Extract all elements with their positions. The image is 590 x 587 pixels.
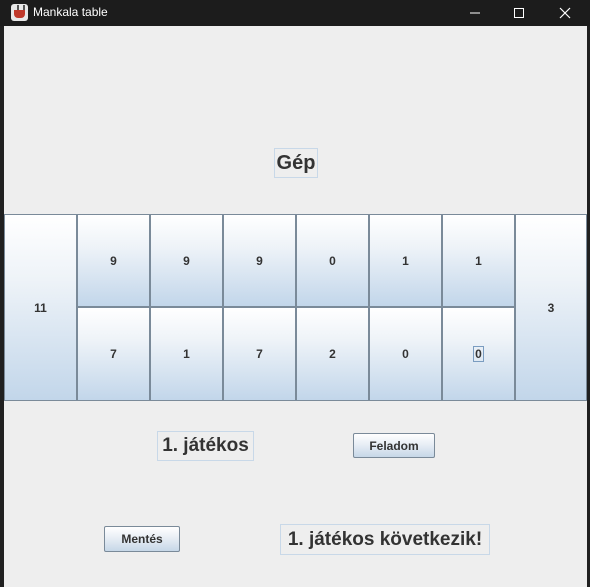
pit-bottom-3[interactable]: 7 <box>223 307 296 401</box>
pit-bottom-2-count: 1 <box>183 347 190 361</box>
minimize-button[interactable] <box>452 0 498 26</box>
save-button[interactable]: Mentés <box>104 526 180 552</box>
opponent-label: Gép <box>274 148 318 178</box>
minimize-icon <box>470 12 480 14</box>
pit-bottom-4-count: 2 <box>329 347 336 361</box>
pit-top-4[interactable]: 0 <box>296 214 369 307</box>
status-label: 1. játékos következik! <box>280 524 490 555</box>
pit-bottom-3-count: 7 <box>256 347 263 361</box>
maximize-icon <box>514 8 524 18</box>
player-label: 1. játékos <box>157 431 254 461</box>
pit-top-3-count: 9 <box>256 253 263 268</box>
pit-bottom-5[interactable]: 0 <box>369 307 442 401</box>
right-store-count: 3 <box>547 300 555 315</box>
pit-bottom-6[interactable]: 0 <box>442 307 515 401</box>
left-store[interactable]: 11 <box>4 214 77 401</box>
pit-top-5[interactable]: 1 <box>369 214 442 307</box>
java-app-icon <box>11 4 28 21</box>
pit-top-1-count: 9 <box>110 253 117 268</box>
pit-top-6[interactable]: 1 <box>442 214 515 307</box>
pit-bottom-4[interactable]: 2 <box>296 307 369 401</box>
pit-top-6-count: 1 <box>475 253 482 268</box>
close-icon <box>559 7 571 19</box>
left-store-count: 11 <box>34 300 47 315</box>
close-button[interactable] <box>542 0 588 26</box>
window-title: Mankala table <box>33 5 108 19</box>
pit-top-4-count: 0 <box>329 253 336 268</box>
pit-top-5-count: 1 <box>402 253 409 268</box>
pit-top-2[interactable]: 9 <box>150 214 223 307</box>
title-bar: Mankala table <box>0 0 590 26</box>
pit-top-1[interactable]: 9 <box>77 214 150 307</box>
pit-bottom-1[interactable]: 7 <box>77 307 150 401</box>
pit-bottom-6-count: 0 <box>473 346 484 362</box>
right-store[interactable]: 3 <box>515 214 587 401</box>
pit-top-2-count: 9 <box>183 253 190 268</box>
pit-bottom-2[interactable]: 1 <box>150 307 223 401</box>
pit-top-3[interactable]: 9 <box>223 214 296 307</box>
pit-bottom-1-count: 7 <box>110 347 117 361</box>
maximize-button[interactable] <box>496 0 542 26</box>
give-up-button[interactable]: Feladom <box>353 433 435 458</box>
pit-bottom-5-count: 0 <box>402 347 409 361</box>
client-area: Gép 11 9 9 9 0 1 1 7 1 7 2 0 0 3 1. játé… <box>4 26 587 587</box>
